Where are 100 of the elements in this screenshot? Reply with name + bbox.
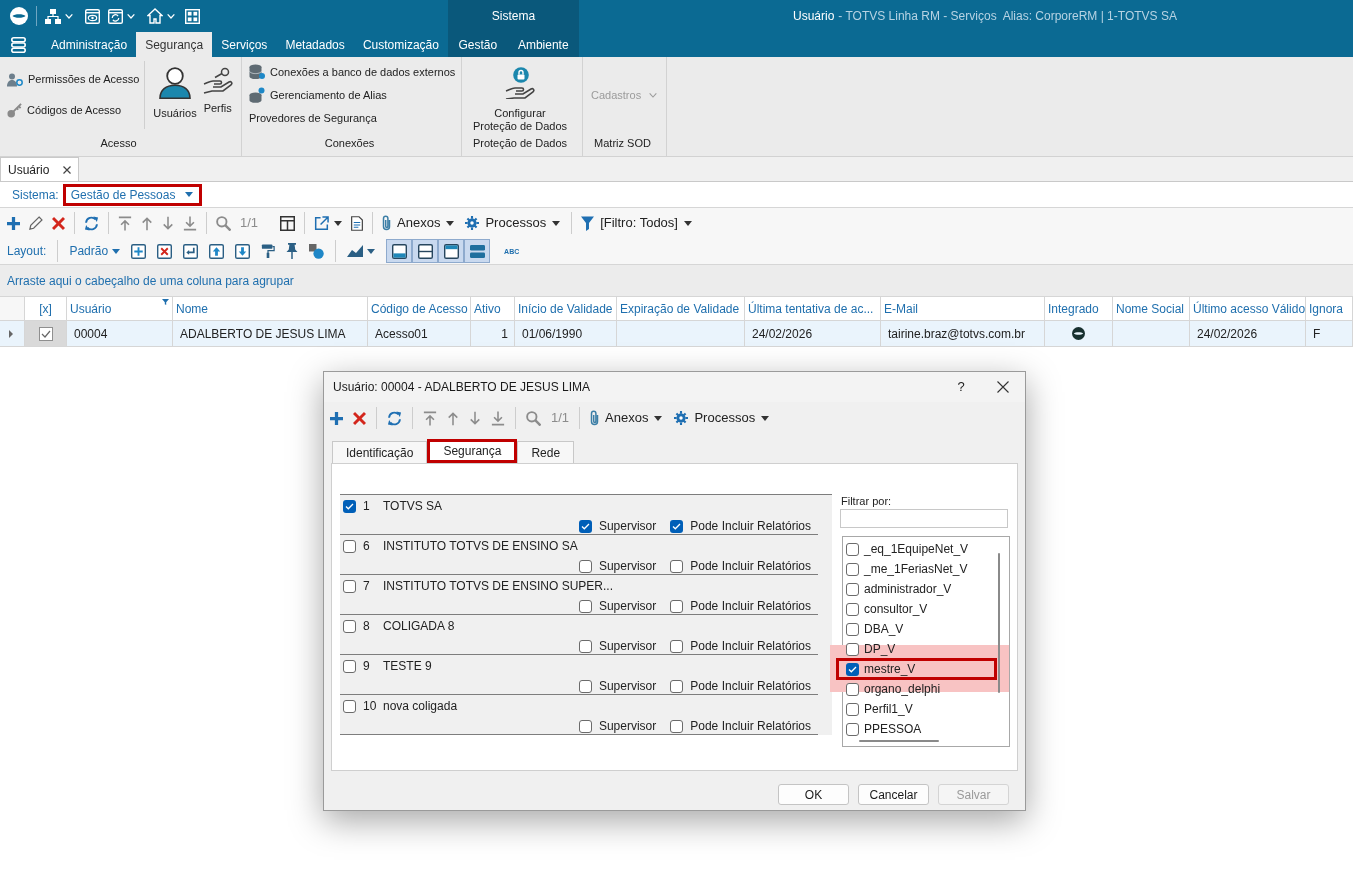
- column-filter-icon[interactable]: [162, 299, 169, 305]
- refresh-icon[interactable]: [387, 410, 402, 426]
- column-header[interactable]: Nome Social: [1113, 297, 1190, 320]
- caret-down-icon[interactable]: [334, 220, 343, 226]
- filter-button[interactable]: [Filtro: Todos]: [581, 213, 692, 233]
- attachments-button[interactable]: Anexos: [382, 213, 455, 233]
- plus-icon[interactable]: [7, 216, 20, 230]
- checkbox[interactable]: [343, 619, 356, 633]
- column-header[interactable]: Última tentativa de ac...: [745, 297, 881, 320]
- return-box-icon[interactable]: [183, 243, 199, 259]
- view-toggle[interactable]: [386, 239, 413, 263]
- search-icon[interactable]: [526, 410, 541, 426]
- layout-preset-button[interactable]: Padrão: [69, 242, 121, 260]
- ribbon-tab[interactable]: Gestão: [448, 32, 508, 57]
- arrow-to-top-icon[interactable]: [118, 215, 132, 231]
- arrow-up-icon[interactable]: [447, 410, 459, 426]
- system-dropdown[interactable]: Gestão de Pessoas: [62, 183, 202, 206]
- checkbox[interactable]: [846, 702, 859, 716]
- checkbox[interactable]: [578, 559, 592, 573]
- chevron-down-icon[interactable]: [167, 13, 175, 19]
- arrow-down-icon[interactable]: [162, 215, 174, 231]
- download-box-icon[interactable]: [235, 243, 251, 259]
- checkbox[interactable]: [578, 719, 592, 733]
- close-icon[interactable]: [63, 165, 72, 174]
- checkbox[interactable]: [578, 599, 592, 613]
- checkbox[interactable]: [343, 539, 356, 553]
- eye-window-icon[interactable]: [85, 8, 100, 24]
- pin-icon[interactable]: [286, 243, 299, 259]
- checkbox[interactable]: [343, 659, 356, 673]
- close-icon[interactable]: [997, 381, 1009, 393]
- shapes-icon[interactable]: [309, 243, 325, 259]
- checkbox[interactable]: [846, 642, 859, 656]
- search-icon[interactable]: [216, 215, 231, 231]
- column-header[interactable]: Usuário: [67, 297, 173, 320]
- view-toggle[interactable]: [464, 239, 491, 263]
- dialog-tab[interactable]: Identificação: [332, 441, 428, 463]
- checkbox[interactable]: [846, 722, 859, 736]
- checkbox[interactable]: [578, 639, 592, 653]
- column-header[interactable]: Expiração de Validade: [617, 297, 745, 320]
- ribbon-tab[interactable]: Ambiente: [507, 32, 579, 57]
- ribbon-tab[interactable]: Serviços: [212, 32, 277, 57]
- ribbon-tab[interactable]: Administração: [42, 32, 137, 57]
- ribbon-tab[interactable]: Segurança: [136, 32, 213, 57]
- upload-box-icon[interactable]: [209, 243, 225, 259]
- refresh-icon[interactable]: [84, 215, 99, 231]
- arrow-down-icon[interactable]: [469, 410, 481, 426]
- view-toggle[interactable]: [438, 239, 465, 263]
- ribbon-tab[interactable]: Metadados: [276, 32, 354, 57]
- checkbox[interactable]: [670, 679, 684, 693]
- logo-icon[interactable]: [10, 7, 28, 25]
- arrow-to-top-icon[interactable]: [423, 410, 437, 426]
- checkbox[interactable]: [578, 519, 592, 533]
- processes-button[interactable]: Processos: [674, 408, 770, 428]
- checkbox[interactable]: [670, 559, 684, 573]
- checkbox[interactable]: [670, 719, 684, 733]
- arrow-to-bottom-icon[interactable]: [491, 410, 505, 426]
- menu-icon[interactable]: [11, 36, 26, 53]
- chevron-down-icon[interactable]: [127, 13, 135, 19]
- checkbox[interactable]: [578, 679, 592, 693]
- column-header[interactable]: Integrado: [1045, 297, 1113, 320]
- scrollbar[interactable]: [998, 553, 1000, 693]
- ribbon-button[interactable]: Provedores de Segurança: [249, 109, 456, 127]
- caret-down-icon[interactable]: [367, 248, 376, 254]
- export-icon[interactable]: [314, 215, 330, 231]
- dialog-button[interactable]: Cancelar: [858, 784, 929, 805]
- ribbon-button[interactable]: Conexões a banco de dados externos: [249, 63, 456, 81]
- checkbox[interactable]: [343, 579, 356, 593]
- checkbox[interactable]: [670, 639, 684, 653]
- ribbon-large-button[interactable]: Perfis: [199, 57, 236, 133]
- plus-icon[interactable]: [330, 411, 343, 425]
- column-header[interactable]: E-Mail: [881, 297, 1045, 320]
- ribbon-button[interactable]: Códigos de Acesso: [7, 102, 140, 119]
- help-button[interactable]: ?: [951, 377, 971, 397]
- column-header[interactable]: Último acesso Válido: [1190, 297, 1306, 320]
- checkbox[interactable]: [846, 582, 859, 596]
- dialog-tab[interactable]: Rede: [517, 441, 575, 463]
- filter-field[interactable]: [840, 509, 1008, 528]
- document-tab[interactable]: Usuário: [0, 157, 80, 181]
- column-header[interactable]: Início de Validade: [515, 297, 617, 320]
- ribbon-button[interactable]: Gerenciamento de Alias: [249, 86, 456, 104]
- checkbox[interactable]: [846, 542, 859, 556]
- ribbon-large-button[interactable]: Configurar Proteção de Dados: [469, 57, 571, 133]
- column-header[interactable]: Ignora: [1306, 297, 1353, 320]
- ribbon-tab[interactable]: Customização: [353, 32, 448, 57]
- checkbox[interactable]: [38, 326, 53, 341]
- checkbox[interactable]: [846, 622, 859, 636]
- arrow-to-bottom-icon[interactable]: [183, 215, 197, 231]
- grid-icon[interactable]: [185, 8, 200, 24]
- checkbox[interactable]: [670, 519, 684, 533]
- cross-box-icon[interactable]: [157, 243, 173, 259]
- processes-button[interactable]: Processos: [465, 213, 561, 233]
- plus-box-icon[interactable]: [131, 243, 147, 259]
- pencil-icon[interactable]: [29, 216, 43, 230]
- column-header[interactable]: Nome: [173, 297, 368, 320]
- column-header[interactable]: [x]: [25, 297, 67, 320]
- dialog-tab[interactable]: Segurança: [427, 439, 518, 463]
- arrow-up-icon[interactable]: [141, 215, 153, 231]
- checkbox[interactable]: [846, 602, 859, 616]
- checkbox[interactable]: [343, 499, 356, 513]
- area-chart-icon[interactable]: [347, 245, 364, 257]
